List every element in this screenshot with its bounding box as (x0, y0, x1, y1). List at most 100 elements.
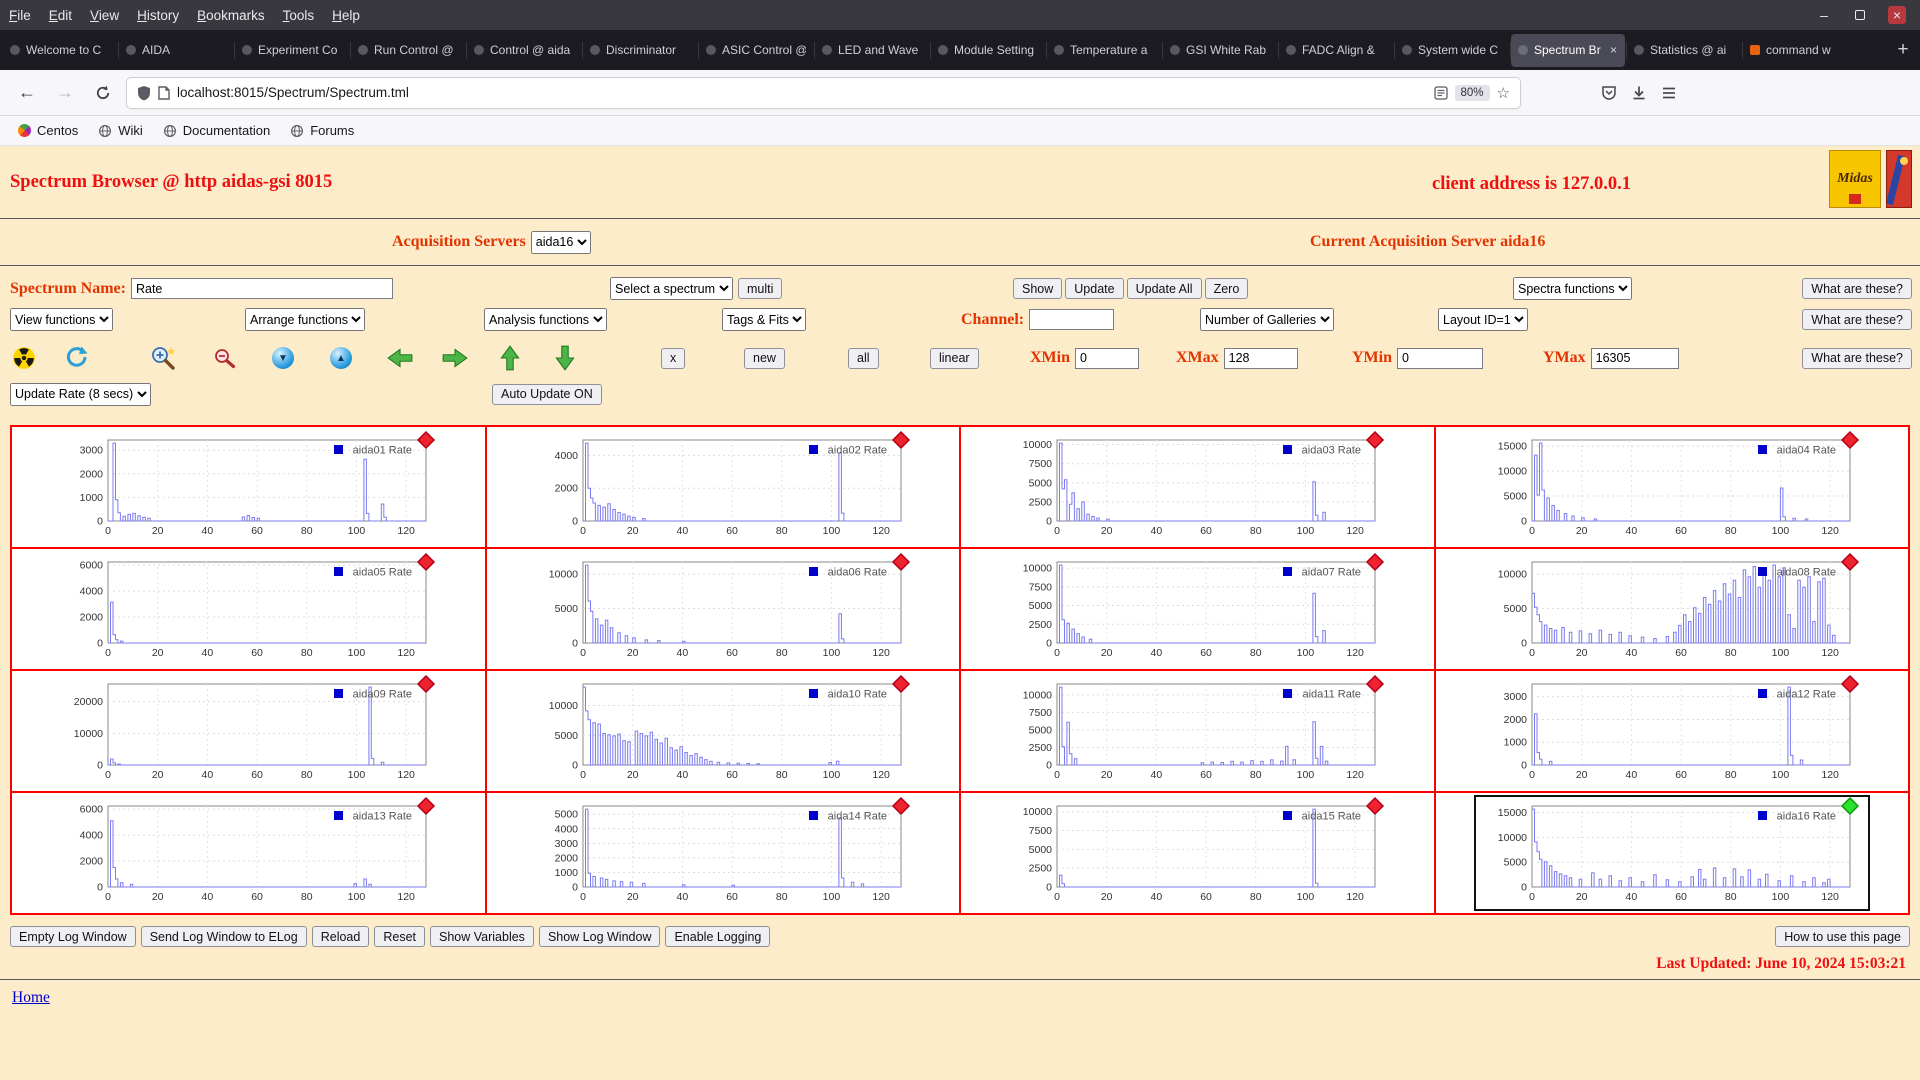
zero-button[interactable]: Zero (1205, 278, 1249, 299)
what-are-these-button[interactable]: What are these? (1802, 309, 1912, 330)
multi-button[interactable]: multi (738, 278, 782, 299)
tags-fits-dropdown[interactable]: Tags & Fits (722, 308, 806, 331)
reload-button[interactable]: Reload (312, 926, 370, 947)
menu-edit[interactable]: Edit (40, 3, 81, 28)
tab-fadc-align[interactable]: FADC Align & (1279, 34, 1393, 67)
menu-tools[interactable]: Tools (274, 3, 324, 28)
show-button[interactable]: Show (1013, 278, 1062, 299)
spectrum-cell-aida04[interactable]: 020406080100120050001000015000aida04 Rat… (1435, 426, 1910, 548)
acquisition-server-select[interactable]: aida16 (531, 231, 591, 254)
tab-welcome-to-c[interactable]: Welcome to C (3, 34, 117, 67)
update-button[interactable]: Update (1065, 278, 1123, 299)
zoom-level-badge[interactable]: 80% (1455, 85, 1490, 101)
tab-experiment-co[interactable]: Experiment Co (235, 34, 349, 67)
tab-module-setting[interactable]: Module Setting (931, 34, 1045, 67)
refresh-icon[interactable] (64, 337, 90, 379)
zoom-in-icon[interactable] (150, 337, 176, 379)
maximize-icon[interactable] (1852, 7, 1868, 23)
spectrum-cell-aida12[interactable]: 0204060801001200100020003000aida12 Rate (1435, 670, 1910, 792)
what-are-these-button[interactable]: What are these? (1802, 278, 1912, 299)
linear-button[interactable]: linear (930, 348, 979, 369)
pocket-icon[interactable] (1601, 85, 1617, 101)
spectrum-cell-aida15[interactable]: 020406080100120025005000750010000aida15 … (960, 792, 1435, 914)
spectrum-chart-aida02[interactable]: 020406080100120020004000aida02 Rate (525, 429, 921, 545)
tab-run-control[interactable]: Run Control @ (351, 34, 465, 67)
new-button[interactable]: new (744, 348, 785, 369)
channel-input[interactable] (1029, 309, 1114, 330)
url-bar[interactable]: localhost:8015/Spectrum/Spectrum.tml 80%… (126, 77, 1521, 109)
minimize-icon[interactable]: – (1816, 7, 1832, 23)
xmin-input[interactable] (1075, 348, 1139, 369)
spectrum-cell-aida02[interactable]: 020406080100120020004000aida02 Rate (486, 426, 961, 548)
spectrum-chart-aida09[interactable]: 02040608010012001000020000aida09 Rate (50, 673, 446, 789)
menu-file[interactable]: File (0, 3, 40, 28)
spectrum-cell-aida14[interactable]: 020406080100120010002000300040005000aida… (486, 792, 961, 914)
downloads-icon[interactable] (1631, 85, 1647, 101)
show-variables-button[interactable]: Show Variables (430, 926, 534, 947)
spectrum-chart-aida14[interactable]: 020406080100120010002000300040005000aida… (525, 795, 921, 911)
tab-control-aida[interactable]: Control @ aida (467, 34, 581, 67)
move-up-icon[interactable] (500, 337, 520, 379)
zoom-out-icon[interactable] (212, 337, 236, 379)
tab-led-and-wave[interactable]: LED and Wave (815, 34, 929, 67)
spectrum-chart-aida07[interactable]: 020406080100120025005000750010000aida07 … (999, 551, 1395, 667)
move-left-icon[interactable] (386, 337, 414, 379)
spectrum-chart-aida16[interactable]: 020406080100120050001000015000aida16 Rat… (1474, 795, 1870, 911)
spectrum-cell-aida06[interactable]: 0204060801001200500010000aida06 Rate (486, 548, 961, 670)
spectrum-chart-aida08[interactable]: 0204060801001200500010000aida08 Rate (1474, 551, 1870, 667)
number-of-galleries-dropdown[interactable]: Number of Galleries (1200, 308, 1334, 331)
show-log-window-button[interactable]: Show Log Window (539, 926, 661, 947)
spectrum-cell-aida11[interactable]: 020406080100120025005000750010000aida11 … (960, 670, 1435, 792)
how-to-use-button[interactable]: How to use this page (1775, 926, 1910, 947)
tab-statistics-ai[interactable]: Statistics @ ai (1627, 34, 1741, 67)
back-button[interactable]: ← (12, 78, 42, 108)
spectrum-chart-aida04[interactable]: 020406080100120050001000015000aida04 Rat… (1474, 429, 1870, 545)
spectrum-chart-aida06[interactable]: 0204060801001200500010000aida06 Rate (525, 551, 921, 667)
all-button[interactable]: all (848, 348, 879, 369)
bookmark-centos[interactable]: Centos (10, 120, 86, 141)
home-link[interactable]: Home (12, 989, 50, 1006)
menu-help[interactable]: Help (323, 3, 369, 28)
auto-update-button[interactable]: Auto Update ON (492, 384, 602, 405)
spectrum-cell-aida05[interactable]: 0204060801001200200040006000aida05 Rate (11, 548, 486, 670)
view-functions-dropdown[interactable]: View functions (10, 308, 113, 331)
spectrum-chart-aida15[interactable]: 020406080100120025005000750010000aida15 … (999, 795, 1395, 911)
tab-asic-control[interactable]: ASIC Control @ (699, 34, 813, 67)
close-icon[interactable]: × (1888, 6, 1906, 24)
menu-icon[interactable] (1661, 85, 1677, 101)
what-are-these-button[interactable]: What are these? (1802, 348, 1912, 369)
spectrum-cell-aida16[interactable]: 020406080100120050001000015000aida16 Rat… (1435, 792, 1910, 914)
ymax-input[interactable] (1591, 348, 1679, 369)
reload-button[interactable] (88, 78, 118, 108)
spectrum-cell-aida10[interactable]: 0204060801001200500010000aida10 Rate (486, 670, 961, 792)
spectrum-cell-aida07[interactable]: 020406080100120025005000750010000aida07 … (960, 548, 1435, 670)
send-log-window-to-elog-button[interactable]: Send Log Window to ELog (141, 926, 307, 947)
spectra-functions-dropdown[interactable]: Spectra functions (1513, 277, 1632, 300)
bookmark-forums[interactable]: Forums (282, 120, 362, 141)
spectrum-chart-aida05[interactable]: 0204060801001200200040006000aida05 Rate (50, 551, 446, 667)
spectrum-name-input[interactable] (131, 278, 393, 299)
move-right-icon[interactable] (441, 337, 469, 379)
layout-id-dropdown[interactable]: Layout ID=1 (1438, 308, 1528, 331)
move-down-icon[interactable] (555, 337, 575, 379)
tab-spectrum-br[interactable]: Spectrum Br× (1511, 34, 1625, 67)
bookmark-documentation[interactable]: Documentation (155, 120, 278, 141)
menu-history[interactable]: History (128, 3, 188, 28)
scale-down-icon[interactable]: ▼ (272, 347, 294, 369)
spectrum-cell-aida08[interactable]: 0204060801001200500010000aida08 Rate (1435, 548, 1910, 670)
empty-log-window-button[interactable]: Empty Log Window (10, 926, 136, 947)
spectrum-chart-aida03[interactable]: 020406080100120025005000750010000aida03 … (999, 429, 1395, 545)
spectrum-cell-aida13[interactable]: 0204060801001200200040006000aida13 Rate (11, 792, 486, 914)
spectrum-chart-aida11[interactable]: 020406080100120025005000750010000aida11 … (999, 673, 1395, 789)
bookmark-star-icon[interactable]: ☆ (1497, 84, 1510, 102)
new-tab-button[interactable]: + (1888, 35, 1918, 65)
radiation-icon[interactable] (12, 337, 36, 379)
x-button[interactable]: x (661, 348, 685, 369)
enable-logging-button[interactable]: Enable Logging (665, 926, 770, 947)
spectrum-chart-aida13[interactable]: 0204060801001200200040006000aida13 Rate (50, 795, 446, 911)
spectrum-cell-aida01[interactable]: 0204060801001200100020003000aida01 Rate (11, 426, 486, 548)
tab-discriminator[interactable]: Discriminator (583, 34, 697, 67)
menu-bookmarks[interactable]: Bookmarks (188, 3, 274, 28)
spectrum-cell-aida09[interactable]: 02040608010012001000020000aida09 Rate (11, 670, 486, 792)
tab-temperature-a[interactable]: Temperature a (1047, 34, 1161, 67)
